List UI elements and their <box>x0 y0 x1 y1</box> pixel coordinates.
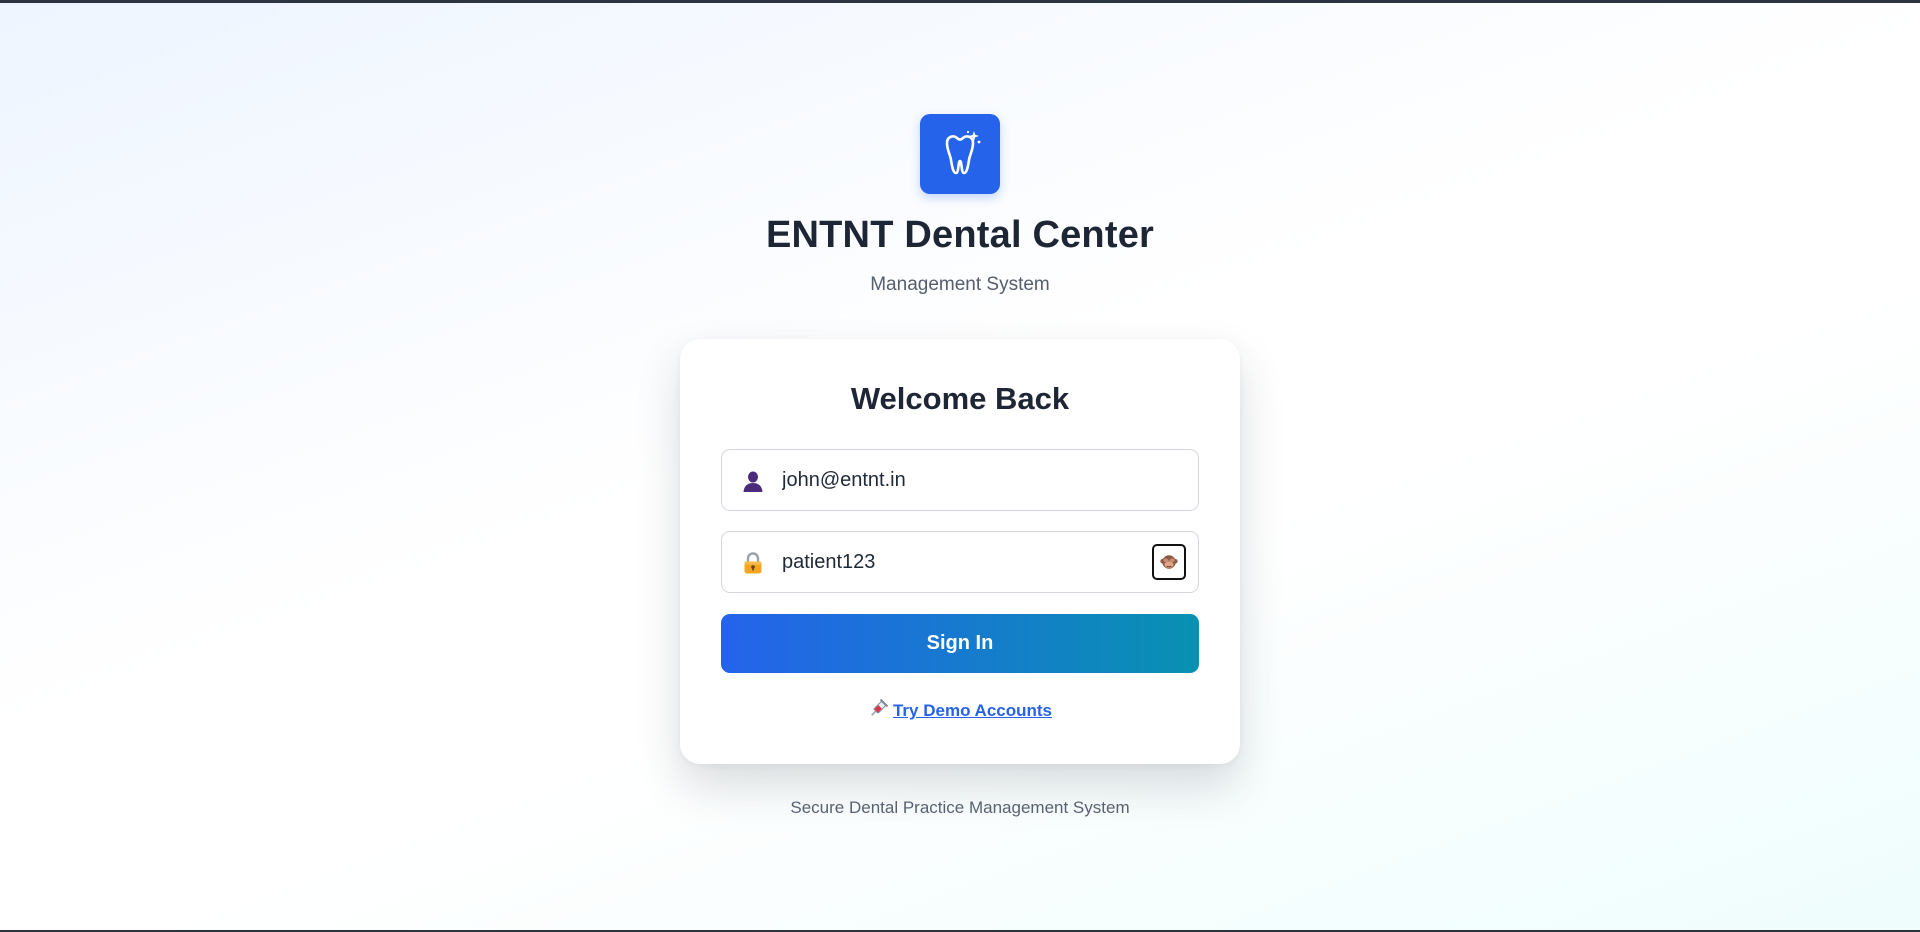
password-input[interactable] <box>782 532 1138 592</box>
login-heading: Welcome Back <box>850 381 1070 416</box>
email-field[interactable] <box>721 449 1199 511</box>
see-no-evil-monkey-icon <box>1160 555 1178 569</box>
app-title: ENTNT Dental Center <box>765 214 1155 256</box>
window-top-border <box>0 0 1920 3</box>
login-card: Welcome Back john@entnt.in patient123 Si… <box>680 339 1240 764</box>
try-demo-accounts-link[interactable]: Try Demo Accounts <box>893 701 1052 720</box>
app-logo <box>920 114 1000 194</box>
user-icon <box>740 468 766 494</box>
sign-in-button[interactable]: Sign In <box>721 614 1199 673</box>
password-field[interactable] <box>721 531 1199 593</box>
syringe-icon <box>868 699 888 724</box>
email-input[interactable] <box>782 450 1138 510</box>
footer-tagline: Secure Dental Practice Management System <box>790 798 1130 817</box>
lock-icon <box>740 550 766 576</box>
app-subtitle: Management System <box>870 274 1050 295</box>
demo-accounts-row: Try Demo Accounts <box>680 699 1240 724</box>
tooth-sparkle-icon <box>945 130 981 175</box>
password-visibility-toggle[interactable] <box>1152 544 1186 580</box>
